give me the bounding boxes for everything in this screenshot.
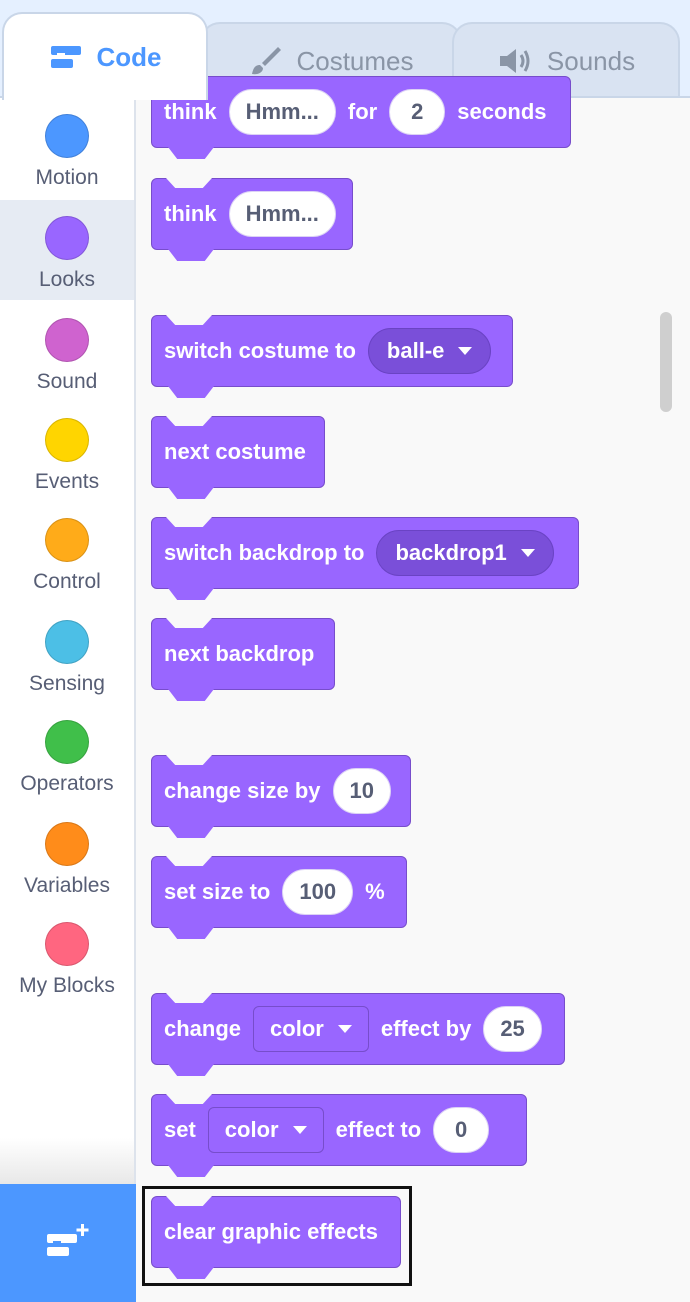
category-label: Control — [33, 570, 101, 593]
category-motion[interactable]: Motion — [0, 98, 134, 198]
variables-color-dot — [45, 822, 89, 866]
control-color-dot — [45, 518, 89, 562]
tab-costumes-label: Costumes — [296, 45, 414, 76]
next-backdrop-block[interactable]: next backdrop — [151, 618, 335, 690]
caret-down-icon — [292, 1126, 307, 1134]
effect-dropdown[interactable]: color — [207, 1107, 324, 1153]
size-input[interactable]: 100 — [282, 869, 354, 915]
change-size-block[interactable]: change size by 10 — [151, 755, 411, 827]
block-text: change size by — [164, 778, 321, 803]
category-label: Variables — [24, 874, 110, 897]
category-sensing[interactable]: Sensing — [0, 604, 134, 704]
highlight-box — [142, 1186, 412, 1286]
tab-code[interactable]: Code — [2, 12, 208, 100]
add-extension-button[interactable] — [0, 1184, 136, 1302]
tab-code-label: Code — [96, 41, 162, 72]
caret-down-icon — [337, 1025, 352, 1033]
block-text: change — [164, 1016, 242, 1041]
code-area: Motion Looks Sound Events Control Sensin… — [0, 76, 690, 1302]
message-input[interactable]: Hmm... — [228, 191, 336, 237]
tab-sounds-label: Sounds — [546, 45, 636, 76]
effect-amount-input[interactable]: 25 — [483, 1006, 542, 1052]
block-text: set size to — [164, 879, 271, 904]
message-input[interactable]: Hmm... — [228, 89, 336, 135]
category-operators[interactable]: Operators — [0, 704, 134, 804]
caret-down-icon — [458, 347, 473, 355]
category-label: Events — [34, 470, 100, 493]
palette-scrollbar[interactable] — [660, 312, 672, 412]
effect-value-input[interactable]: 0 — [433, 1107, 490, 1153]
costume-dropdown[interactable]: ball-e — [367, 328, 492, 374]
backdrop-dropdown[interactable]: backdrop1 — [376, 530, 554, 576]
operators-color-dot — [45, 720, 89, 764]
block-text: switch backdrop to — [164, 540, 365, 565]
block-text: for — [347, 99, 378, 124]
speaker-icon — [497, 46, 533, 76]
block-text: effect by — [380, 1016, 472, 1041]
size-change-input[interactable]: 10 — [332, 768, 391, 814]
category-variables[interactable]: Variables — [0, 806, 134, 906]
category-events[interactable]: Events — [0, 402, 134, 502]
dropdown-value: ball-e — [386, 338, 445, 363]
effect-dropdown[interactable]: color — [253, 1006, 369, 1052]
switch-backdrop-block[interactable]: switch backdrop to backdrop1 — [151, 517, 579, 589]
category-sound[interactable]: Sound — [0, 302, 134, 402]
dropdown-value: color — [270, 1016, 324, 1041]
my-blocks-color-dot — [45, 922, 89, 966]
looks-color-dot — [45, 216, 89, 260]
block-text: seconds — [457, 99, 547, 124]
code-blocks-icon — [49, 43, 83, 71]
add-extension-icon — [45, 1222, 91, 1267]
sensing-color-dot — [45, 620, 89, 664]
block-text: effect to — [335, 1117, 422, 1142]
category-fade — [0, 1138, 134, 1184]
brush-icon — [248, 44, 282, 78]
category-label: Operators — [20, 772, 114, 795]
block-text: think — [164, 99, 217, 124]
category-menu: Motion Looks Sound Events Control Sensin… — [0, 98, 136, 1302]
next-costume-block[interactable]: next costume — [151, 416, 325, 488]
block-text: next backdrop — [164, 641, 315, 666]
sound-color-dot — [45, 318, 89, 362]
motion-color-dot — [45, 114, 89, 158]
seconds-input[interactable]: 2 — [389, 89, 446, 135]
category-my-blocks[interactable]: My Blocks — [0, 906, 134, 1006]
category-label: Sensing — [29, 672, 105, 695]
set-effect-block[interactable]: set color effect to 0 — [151, 1094, 527, 1166]
category-control[interactable]: Control — [0, 502, 134, 602]
block-text: set — [164, 1117, 196, 1142]
category-label: Looks — [38, 268, 96, 291]
caret-down-icon — [520, 549, 535, 557]
block-text: think — [164, 201, 217, 226]
think-block[interactable]: think Hmm... — [151, 178, 353, 250]
events-color-dot — [45, 418, 89, 462]
dropdown-value: color — [224, 1117, 279, 1142]
block-text: switch costume to — [164, 338, 356, 363]
think-for-seconds-block[interactable]: think Hmm... for 2 seconds — [151, 76, 571, 148]
change-effect-block[interactable]: change color effect by 25 — [151, 993, 565, 1065]
category-label: Motion — [35, 166, 99, 189]
category-looks[interactable]: Looks — [0, 200, 134, 300]
set-size-block[interactable]: set size to 100 % — [151, 856, 407, 928]
category-label: Sound — [36, 370, 98, 393]
block-text: next costume — [164, 439, 306, 464]
block-text: % — [365, 879, 385, 904]
dropdown-value: backdrop1 — [395, 540, 507, 565]
switch-costume-block[interactable]: switch costume to ball-e — [151, 315, 513, 387]
category-label: My Blocks — [19, 974, 115, 997]
